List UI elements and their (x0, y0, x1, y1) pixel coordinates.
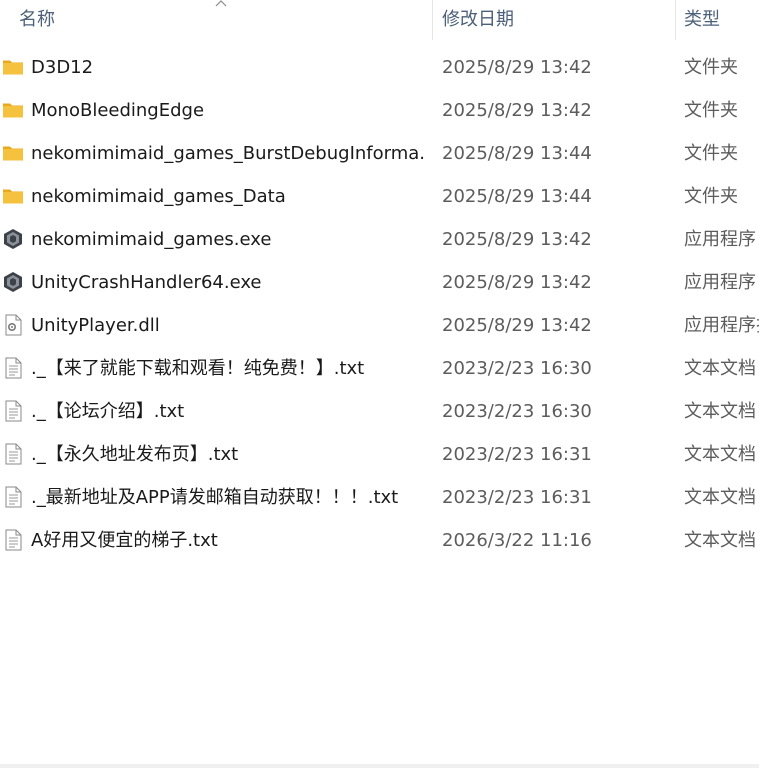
column-header-bar: 名称 修改日期 类型 (0, 0, 759, 40)
file-name[interactable]: ._【来了就能下载和观看！纯免费！】.txt (31, 347, 364, 390)
date-column-header[interactable]: 修改日期 (442, 0, 514, 40)
folder-icon (2, 99, 24, 121)
type-column-header[interactable]: 类型 (684, 0, 720, 40)
name-column-header[interactable]: 名称 (19, 0, 55, 40)
file-type: 文本文档 (684, 444, 756, 465)
file-name[interactable]: UnityPlayer.dll (31, 304, 160, 347)
file-name[interactable]: ._最新地址及APP请发邮箱自动获取！！！.txt (31, 476, 398, 519)
file-type: 文件夹 (684, 143, 738, 164)
file-row[interactable]: MonoBleedingEdge 2025/8/29 13:42 文件夹 (0, 89, 759, 132)
file-row[interactable]: A好用又便宜的梯子.txt 2026/3/22 11:16 文本文档 (0, 519, 759, 562)
file-name[interactable]: UnityCrashHandler64.exe (31, 261, 262, 304)
dll-file-icon (2, 314, 24, 336)
folder-icon (2, 185, 24, 207)
file-name[interactable]: nekomimimaid_games_Data (31, 175, 286, 218)
file-row[interactable]: D3D12 2025/8/29 13:42 文件夹 (0, 46, 759, 89)
file-name[interactable]: D3D12 (31, 46, 93, 89)
file-explorer-window: 名称 修改日期 类型 D3D12 2025/8/29 13:42 文件夹 MonoBl… (0, 0, 759, 768)
file-row[interactable]: ._【论坛介绍】.txt 2023/2/23 16:30 文本文档 (0, 390, 759, 433)
file-type: 文本文档 (684, 530, 756, 551)
file-type: 应用程序 (684, 229, 756, 250)
file-name[interactable]: nekomimimaid_games_BurstDebugInforma... (31, 132, 426, 175)
file-modified-date: 2025/8/29 13:42 (442, 57, 592, 78)
text-file-icon (2, 443, 24, 465)
unity-app-icon (2, 228, 24, 250)
file-modified-date: 2025/8/29 13:42 (442, 272, 592, 293)
file-name[interactable]: ._【论坛介绍】.txt (31, 390, 184, 433)
text-file-icon (2, 400, 24, 422)
file-row[interactable]: nekomimimaid_games.exe 2025/8/29 13:42 应用程… (0, 218, 759, 261)
file-type: 文本文档 (684, 487, 756, 508)
file-modified-date: 2025/8/29 13:42 (442, 315, 592, 336)
text-file-icon (2, 357, 24, 379)
file-list: D3D12 2025/8/29 13:42 文件夹 MonoBleedingEdge 2… (0, 46, 759, 562)
file-modified-date: 2025/8/29 13:42 (442, 229, 592, 250)
file-row[interactable]: UnityCrashHandler64.exe 2025/8/29 13:42 应用… (0, 261, 759, 304)
file-type: 文件夹 (684, 57, 738, 78)
file-type: 文本文档 (684, 358, 756, 379)
file-type: 应用程序 (684, 272, 756, 293)
file-type: 应用程序扩 (684, 315, 759, 336)
file-modified-date: 2023/2/23 16:31 (442, 487, 592, 508)
file-name[interactable]: ._【永久地址发布页】.txt (31, 433, 238, 476)
folder-icon (2, 56, 24, 78)
file-type: 文件夹 (684, 100, 738, 121)
file-modified-date: 2023/2/23 16:30 (442, 401, 592, 422)
file-name[interactable]: A好用又便宜的梯子.txt (31, 519, 218, 562)
sort-ascending-icon[interactable] (215, 0, 227, 8)
file-name[interactable]: nekomimimaid_games.exe (31, 218, 271, 261)
column-divider[interactable] (675, 0, 676, 40)
unity-app-icon (2, 271, 24, 293)
folder-icon (2, 142, 24, 164)
file-modified-date: 2023/2/23 16:30 (442, 358, 592, 379)
file-row[interactable]: ._【永久地址发布页】.txt 2023/2/23 16:31 文本文档 (0, 433, 759, 476)
file-type: 文本文档 (684, 401, 756, 422)
file-modified-date: 2025/8/29 13:42 (442, 100, 592, 121)
file-name[interactable]: MonoBleedingEdge (31, 89, 204, 132)
file-modified-date: 2025/8/29 13:44 (442, 143, 592, 164)
file-row[interactable]: ._【来了就能下载和观看！纯免费！】.txt 2023/2/23 16:30 文本文… (0, 347, 759, 390)
file-modified-date: 2025/8/29 13:44 (442, 186, 592, 207)
file-row[interactable]: ._最新地址及APP请发邮箱自动获取！！！.txt 2023/2/23 16:31… (0, 476, 759, 519)
file-row[interactable]: nekomimimaid_games_BurstDebugInforma... 2… (0, 132, 759, 175)
column-divider[interactable] (432, 0, 433, 40)
text-file-icon (2, 529, 24, 551)
file-row[interactable]: nekomimimaid_games_Data 2025/8/29 13:44 文件… (0, 175, 759, 218)
file-modified-date: 2026/3/22 11:16 (442, 530, 592, 551)
status-bar-edge (0, 764, 759, 768)
file-modified-date: 2023/2/23 16:31 (442, 444, 592, 465)
file-type: 文件夹 (684, 186, 738, 207)
text-file-icon (2, 486, 24, 508)
file-row[interactable]: UnityPlayer.dll 2025/8/29 13:42 应用程序扩 (0, 304, 759, 347)
